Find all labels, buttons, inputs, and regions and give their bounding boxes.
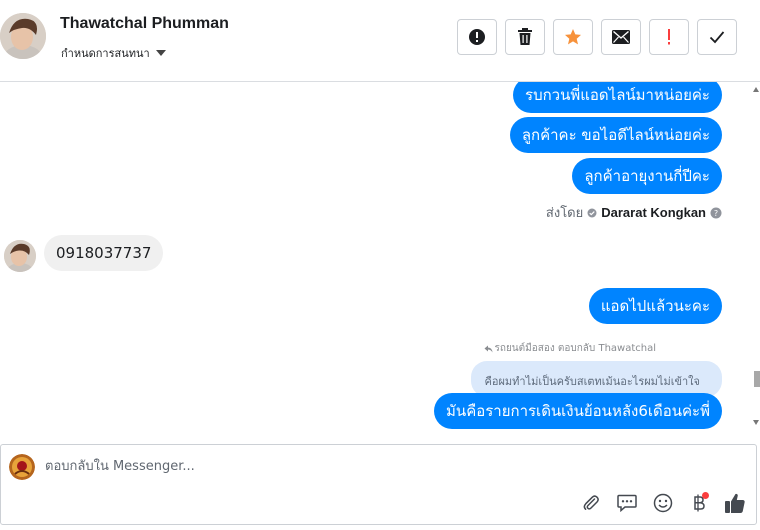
sent-by-info: ส่งโดย Dararat Kongkan ? xyxy=(546,202,722,223)
messenger-app: Thawatchal Phumman กำหนดการสนทนา รบกวนพี… xyxy=(0,0,760,530)
message-thread[interactable]: รบกวนพี่แอดไลน์มาหน่อยค่ะ ลูกค้าคะ ขอไอด… xyxy=(0,82,760,432)
check-circle-icon xyxy=(587,208,597,217)
trash-icon xyxy=(518,28,532,45)
emoji-button[interactable] xyxy=(651,491,675,515)
reply-arrow-icon xyxy=(484,345,493,352)
scroll-down-arrow[interactable] xyxy=(753,420,759,425)
outgoing-message[interactable]: รบกวนพี่แอดไลน์มาหน่อยค่ะ xyxy=(513,82,722,113)
mark-unread-button[interactable] xyxy=(601,19,641,55)
scrollbar-thumb[interactable] xyxy=(754,371,760,387)
payment-button[interactable] xyxy=(687,491,711,515)
contact-avatar[interactable] xyxy=(0,13,46,59)
exclamation-icon xyxy=(668,29,670,45)
help-icon[interactable]: ? xyxy=(710,207,722,219)
conversation-header: Thawatchal Phumman กำหนดการสนทนา xyxy=(0,0,760,82)
star-icon xyxy=(565,29,581,45)
notification-dot xyxy=(702,492,709,499)
caret-down-icon xyxy=(155,50,166,56)
spam-button[interactable] xyxy=(457,19,497,55)
quoted-message[interactable]: คือผมทำไม่เป็นครับสเตทเม้นอะไรผมไม่เข้าใ… xyxy=(470,361,722,397)
emoji-icon xyxy=(653,493,673,513)
reply-note: รถยนต์มือสอง ตอบกลับ Thawatchal xyxy=(484,341,656,356)
sender-name[interactable]: Dararat Kongkan xyxy=(601,205,706,220)
paperclip-icon xyxy=(583,495,599,510)
outgoing-message[interactable]: มันคือรายการเดินเงินย้อนหลัง6เดือนค่ะพี่ xyxy=(434,393,722,429)
reply-input[interactable] xyxy=(45,455,645,477)
check-icon xyxy=(709,31,725,44)
outgoing-message[interactable]: ลูกค้าอายุงานกี่ปีคะ xyxy=(572,158,722,194)
exclamation-circle-icon xyxy=(469,29,485,45)
message-composer xyxy=(0,444,757,525)
like-button[interactable] xyxy=(723,491,747,515)
conversation-settings-label: กำหนดการสนทนา xyxy=(61,47,150,60)
saved-replies-button[interactable] xyxy=(615,491,639,515)
done-button[interactable] xyxy=(697,19,737,55)
contact-avatar-small xyxy=(4,240,36,272)
contact-name[interactable]: Thawatchal Phumman xyxy=(60,15,229,33)
svg-text:?: ? xyxy=(714,209,718,218)
outgoing-message[interactable]: ลูกค้าคะ ขอไอดีไลน์หน่อยค่ะ xyxy=(509,117,722,153)
conversation-settings-dropdown[interactable]: กำหนดการสนทนา xyxy=(61,44,166,62)
follow-up-button[interactable] xyxy=(649,19,689,55)
envelope-icon xyxy=(612,30,630,44)
saved-reply-icon xyxy=(617,494,637,512)
reply-note-text: รถยนต์มือสอง ตอบกลับ Thawatchal xyxy=(494,343,656,354)
page-avatar xyxy=(9,454,35,480)
sent-by-label: ส่งโดย xyxy=(545,206,584,221)
outgoing-message[interactable]: แอดไปแล้วนะคะ xyxy=(588,288,722,324)
thumbs-up-icon xyxy=(725,493,745,513)
scroll-up-arrow[interactable] xyxy=(753,87,759,92)
attach-button[interactable] xyxy=(579,491,603,515)
star-button[interactable] xyxy=(553,19,593,55)
incoming-message[interactable]: 0918037737 xyxy=(44,235,164,271)
delete-button[interactable] xyxy=(505,19,545,55)
